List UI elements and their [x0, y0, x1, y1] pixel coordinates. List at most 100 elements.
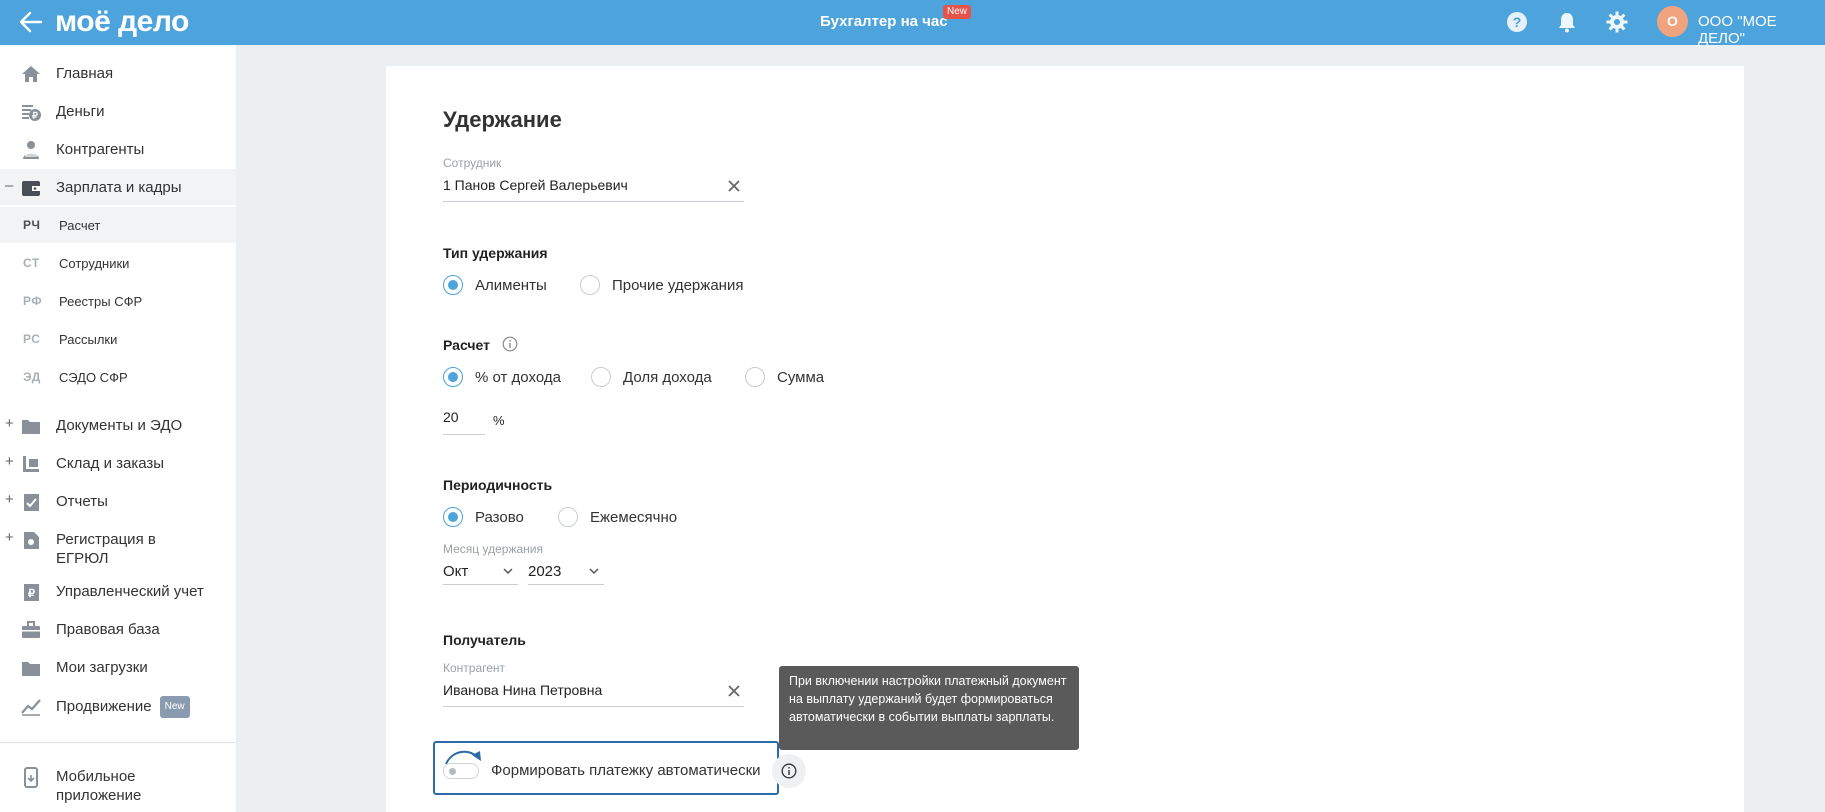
expand-icon[interactable]: + [5, 529, 15, 546]
contractors-icon [23, 141, 39, 159]
clear-employee-icon[interactable] [727, 179, 741, 193]
percent-unit: % [493, 413, 505, 428]
radio-monthly[interactable]: Ежемесячно [558, 507, 688, 529]
help-icon[interactable]: ? [1505, 10, 1529, 34]
ruble-doc-icon: ₽ [24, 584, 39, 601]
radio-income-share[interactable]: Доля дохода [591, 367, 721, 389]
radio-label: % от дохода [475, 369, 561, 386]
radio-other-withholdings[interactable]: Прочие удержания [580, 275, 770, 297]
sidebar-item-label: Склад и заказы [56, 455, 165, 472]
label-line-1: Мобильное [56, 768, 136, 785]
sidebar-item-documents[interactable]: + Документы и ЭДО [0, 407, 236, 443]
new-badge: New [159, 696, 190, 718]
warehouse-icon [23, 456, 39, 472]
radio-percent-of-income[interactable]: % от дохода [443, 367, 568, 389]
auto-payment-tooltip: При включении настройки платежный докуме… [779, 666, 1079, 750]
percent-input[interactable]: 20 [443, 409, 483, 425]
radio-label: Ежемесячно [590, 509, 678, 526]
radio-circle [443, 507, 463, 527]
sidebar-item-downloads[interactable]: Мои загрузки [0, 649, 236, 685]
expand-icon[interactable]: + [5, 491, 15, 508]
sidebar-item-contractors[interactable]: Контрагенты [0, 131, 236, 167]
radio-circle [745, 367, 765, 387]
auto-payment-label[interactable]: Формировать платежку автоматически [491, 762, 761, 779]
sidebar-item-warehouse[interactable]: + Склад и заказы [0, 445, 236, 481]
sidebar-item-label: Главная [56, 65, 114, 82]
recipient-title: Получатель [443, 632, 526, 648]
svg-text:?: ? [1513, 14, 1522, 30]
auto-payment-info-button[interactable] [772, 754, 806, 788]
employee-field[interactable]: 1 Панов Сергей Валерьевич [443, 177, 713, 193]
folder-icon [22, 420, 40, 434]
bell-icon[interactable] [1555, 10, 1579, 34]
label-line-2: ЕГРЮЛ [56, 550, 109, 567]
radio-one-time[interactable]: Разово [443, 507, 543, 529]
svg-text:₽: ₽ [28, 588, 35, 600]
org-name[interactable]: ООО "МОЕ ДЕЛО" [1698, 13, 1825, 47]
sidebar-item-salary[interactable]: – Зарплата и кадры [0, 169, 236, 205]
back-arrow-icon[interactable] [18, 9, 44, 35]
radio-amount[interactable]: Сумма [745, 367, 835, 389]
sidebar-item-label: Продвижение New [56, 696, 190, 718]
radio-label: Разово [475, 509, 524, 526]
hourly-accountant-link[interactable]: Бухгалтер на час [820, 13, 948, 30]
sidebar-item-label: Контрагенты [56, 141, 145, 158]
contractor-underline [443, 706, 744, 707]
sidebar-subitem-sfr-registers[interactable]: РФ Реестры СФР [0, 283, 236, 319]
sidebar-subitem-sedo[interactable]: ЭД СЭДО СФР [0, 359, 236, 395]
sidebar-item-label: Правовая база [56, 621, 160, 638]
sidebar-item-money[interactable]: ₽ Деньги [0, 93, 236, 129]
clear-contractor-icon[interactable] [727, 684, 741, 698]
logo[interactable]: моё дело [55, 5, 189, 39]
folder-icon [22, 662, 40, 676]
sidebar-item-reports[interactable]: + Отчеты [0, 483, 236, 519]
month-label: Месяц удержания [443, 542, 543, 556]
radio-circle [558, 507, 578, 527]
radio-label: Алименты [475, 277, 547, 294]
chevron-down-icon [503, 568, 513, 575]
radio-alimony[interactable]: Алименты [443, 275, 563, 297]
subitem-label: Сотрудники [59, 256, 130, 271]
home-icon [22, 66, 40, 82]
sidebar-subitem-employees[interactable]: СТ Сотрудники [0, 245, 236, 281]
chart-icon [21, 699, 41, 716]
select-underline [528, 584, 604, 585]
sidebar-item-management[interactable]: ₽ Управленческий учет [0, 573, 236, 609]
collapse-icon[interactable]: – [5, 177, 15, 194]
sidebar-item-mobile-app[interactable]: Мобильное приложение [0, 758, 236, 808]
subitem-abbr: РС [23, 332, 41, 346]
sidebar-item-promotion[interactable]: Продвижение New [0, 687, 236, 723]
briefcase-icon [22, 621, 40, 638]
employee-underline [443, 201, 744, 202]
periodicity-title: Периодичность [443, 477, 553, 493]
contractor-field[interactable]: Иванова Нина Петровна [443, 682, 713, 698]
sidebar-item-label: Мобильное приложение [56, 767, 141, 805]
radio-circle [443, 275, 463, 295]
sidebar-item-label: Документы и ЭДО [56, 417, 183, 434]
month-select[interactable]: Окт [443, 559, 518, 585]
expand-icon[interactable]: + [5, 453, 15, 470]
info-icon[interactable] [502, 336, 518, 352]
auto-payment-toggle[interactable] [443, 763, 479, 779]
sidebar: Главная ₽ Деньги Контрагенты – Зарплата … [0, 45, 236, 812]
withholding-type-title: Тип удержания [443, 245, 548, 261]
sidebar-item-legal[interactable]: Правовая база [0, 611, 236, 647]
avatar[interactable]: О [1657, 6, 1688, 37]
year-select[interactable]: 2023 [528, 559, 604, 585]
expand-icon[interactable]: + [5, 415, 15, 432]
sidebar-subitem-mailings[interactable]: РС Рассылки [0, 321, 236, 357]
subitem-label: СЭДО СФР [59, 370, 128, 385]
sidebar-item-registration[interactable]: + Регистрация в ЕГРЮЛ [0, 521, 236, 571]
label-text: Продвижение [56, 698, 152, 715]
subitem-abbr: ЭД [23, 370, 41, 384]
radio-circle [580, 275, 600, 295]
year-value: 2023 [528, 563, 562, 580]
new-badge: New [943, 5, 972, 19]
sidebar-item-label: Зарплата и кадры [56, 179, 182, 196]
radio-label: Прочие удержания [612, 277, 744, 294]
radio-label: Сумма [777, 369, 825, 386]
gear-icon[interactable] [1605, 10, 1629, 34]
top-bar: моё дело Бухгалтер на час New ? О ООО "М… [0, 0, 1825, 47]
sidebar-item-home[interactable]: Главная [0, 55, 236, 91]
sidebar-subitem-payroll[interactable]: РЧ Расчет [0, 207, 236, 243]
